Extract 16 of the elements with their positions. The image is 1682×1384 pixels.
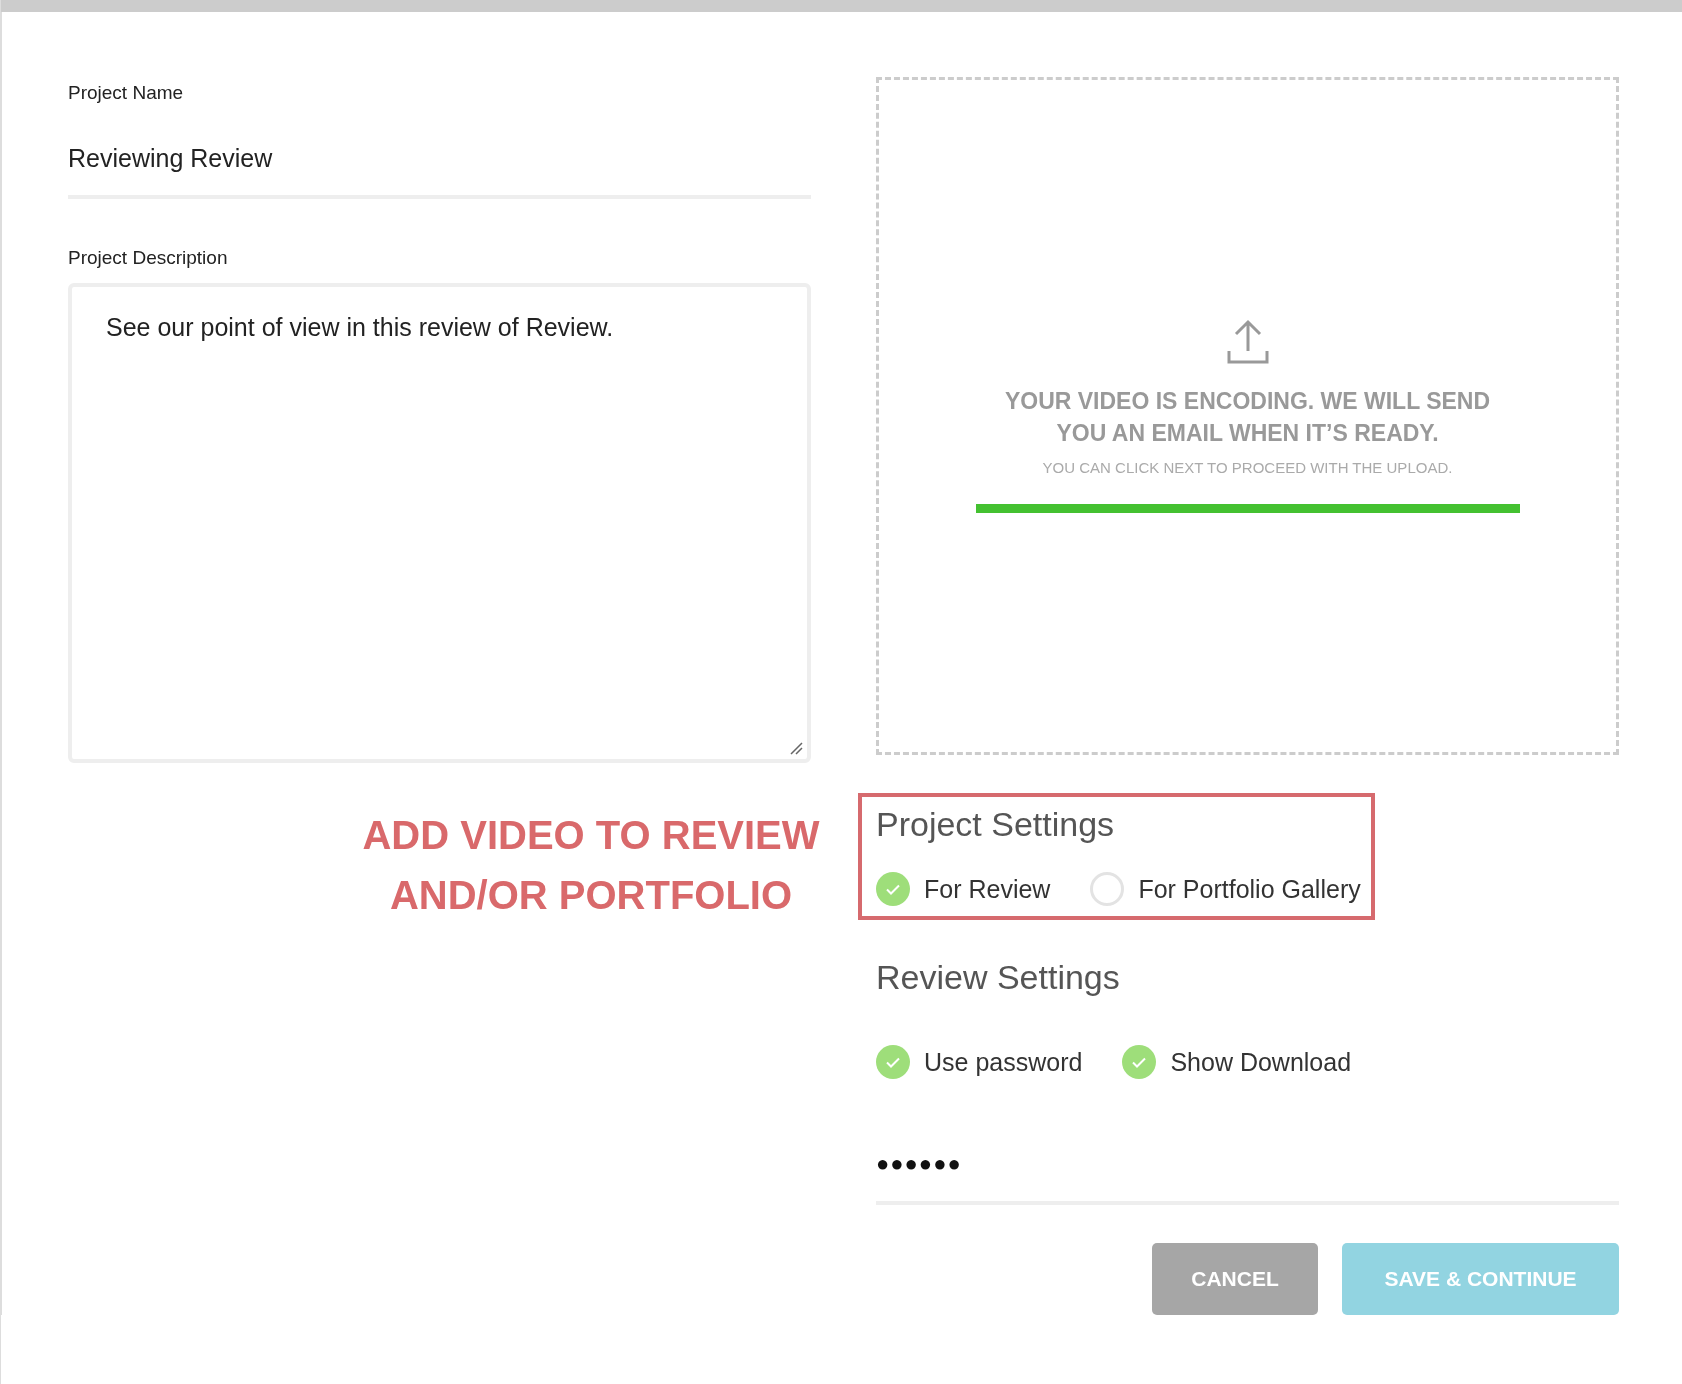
annotation-text: ADD VIDEO TO REVIEW AND/OR PORTFOLIO (361, 812, 821, 919)
resize-grip-icon[interactable] (789, 741, 803, 755)
upload-icon (1225, 319, 1270, 365)
section-heading: Project Settings (876, 805, 1116, 844)
description-textarea[interactable]: See our point of view in this review of Review. (68, 283, 811, 763)
checkbox-option[interactable]: Use password (876, 1045, 1083, 1079)
field-label: Project Name (68, 82, 185, 104)
field-label: Project Description (68, 247, 229, 269)
checkbox-option[interactable]: Show Download (1122, 1045, 1352, 1079)
section-heading: Review Settings (876, 958, 1121, 997)
upload-hint: YOU CAN CLICK NEXT TO PROCEED WITH THE UPLOAD. (1042, 459, 1453, 476)
project-name-field[interactable]: Reviewing Review (68, 104, 811, 199)
checkbox-option[interactable]: For Portfolio Gallery (1090, 872, 1361, 906)
password-field[interactable]: ●●●●●● (876, 1151, 1619, 1205)
checkbox-option[interactable]: For Review (876, 872, 1051, 906)
encoding-message: YOUR VIDEO IS ENCODING. WE WILL SEND YOU AN EMAIL WHEN IT’S READY. (1003, 387, 1492, 448)
